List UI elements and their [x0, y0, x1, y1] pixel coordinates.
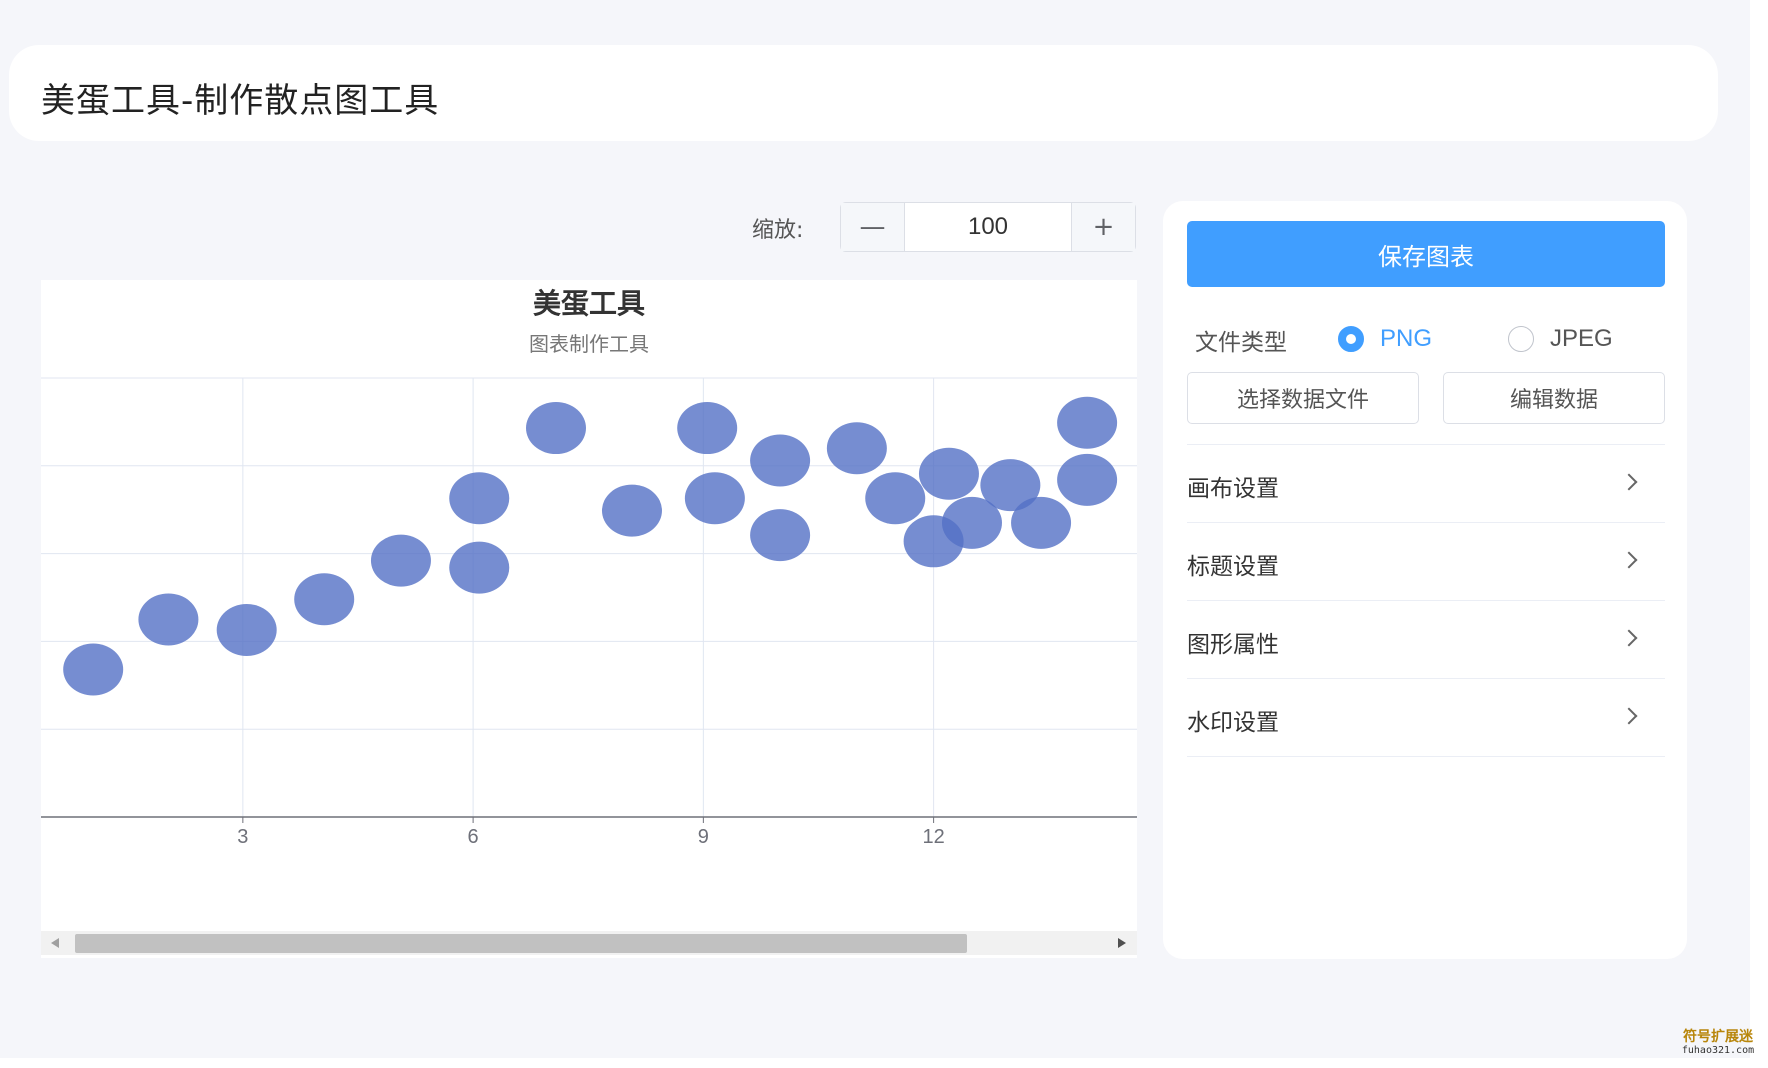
- settings-panel: 保存图表 文件类型 PNG JPEG 选择数据文件 编辑数据 画布设置 标题设置…: [1163, 201, 1687, 959]
- horizontal-scrollbar[interactable]: [41, 931, 1137, 955]
- scatter-point[interactable]: [294, 573, 355, 626]
- scatter-point[interactable]: [684, 472, 745, 525]
- page-title: 美蛋工具-制作散点图工具: [41, 81, 440, 121]
- right-edge: [1750, 0, 1768, 1068]
- section-watermark-settings[interactable]: 水印设置: [1187, 678, 1665, 756]
- scatter-point[interactable]: [370, 534, 431, 587]
- chart-subtitle: 图表制作工具: [529, 332, 649, 356]
- section-canvas-settings[interactable]: 画布设置: [1187, 444, 1665, 522]
- radio-png-label: PNG: [1380, 325, 1433, 352]
- scatter-point[interactable]: [865, 472, 926, 525]
- scatter-point[interactable]: [826, 422, 887, 475]
- scatter-point[interactable]: [138, 593, 199, 646]
- radio-png[interactable]: PNG: [1338, 325, 1432, 353]
- scatter-point[interactable]: [1057, 396, 1118, 449]
- file-type-label: 文件类型: [1195, 330, 1287, 356]
- scatter-point[interactable]: [449, 472, 510, 525]
- watermark-line2: fuhao321.com: [1681, 1045, 1755, 1056]
- x-tick-label: 6: [468, 826, 479, 848]
- zoom-in-button[interactable]: +: [1071, 203, 1135, 251]
- scroll-left-icon[interactable]: [51, 938, 59, 948]
- scatter-point[interactable]: [216, 603, 277, 656]
- site-watermark: 符号扩展迷 fuhao321.com: [1668, 1030, 1768, 1056]
- watermark-line1: 符号扩展迷: [1683, 1029, 1753, 1045]
- chevron-right-icon: [1620, 629, 1638, 647]
- radio-jpeg[interactable]: JPEG: [1508, 325, 1613, 353]
- scatter-point[interactable]: [449, 541, 510, 594]
- section-label: 标题设置: [1187, 554, 1279, 580]
- chevron-right-icon: [1620, 473, 1638, 491]
- scatter-chart: 3 6 9 12: [41, 377, 1137, 848]
- scatter-point[interactable]: [63, 643, 124, 696]
- zoom-input[interactable]: [905, 203, 1071, 251]
- radio-unchecked-icon[interactable]: [1508, 326, 1534, 352]
- radio-checked-icon[interactable]: [1338, 326, 1364, 352]
- save-chart-button[interactable]: 保存图表: [1187, 221, 1665, 287]
- section-label: 画布设置: [1187, 476, 1279, 502]
- scroll-right-icon[interactable]: [1118, 938, 1126, 948]
- section-shape-properties[interactable]: 图形属性: [1187, 600, 1665, 678]
- scatter-point[interactable]: [750, 434, 811, 487]
- zoom-label: 缩放:: [752, 218, 804, 243]
- scatter-point[interactable]: [677, 402, 738, 455]
- zoom-out-button[interactable]: —: [841, 203, 905, 251]
- x-tick-label: 9: [698, 826, 709, 848]
- zoom-stepper: — +: [840, 202, 1136, 252]
- section-label: 图形属性: [1187, 632, 1279, 658]
- scatter-point[interactable]: [918, 447, 979, 500]
- scatter-point[interactable]: [525, 402, 586, 455]
- x-tick-label: 12: [922, 826, 944, 848]
- scatter-point[interactable]: [750, 509, 811, 562]
- edit-data-button[interactable]: 编辑数据: [1443, 372, 1665, 424]
- scroll-thumb[interactable]: [75, 934, 967, 953]
- chart-title: 美蛋工具: [532, 287, 645, 320]
- bottom-edge: [0, 1058, 1768, 1068]
- select-data-file-button[interactable]: 选择数据文件: [1187, 372, 1419, 424]
- section-label: 水印设置: [1187, 710, 1279, 736]
- header-card: 美蛋工具-制作散点图工具: [9, 45, 1718, 141]
- chart-panel: 3 6 9 12 美蛋工具 图表制作工具: [41, 280, 1137, 958]
- scatter-point[interactable]: [1011, 496, 1072, 549]
- scatter-point[interactable]: [1057, 453, 1118, 506]
- divider: [1187, 756, 1665, 757]
- chevron-right-icon: [1620, 551, 1638, 569]
- chevron-right-icon: [1620, 707, 1638, 725]
- section-title-settings[interactable]: 标题设置: [1187, 522, 1665, 600]
- scatter-point[interactable]: [601, 484, 662, 537]
- x-tick-label: 3: [237, 826, 248, 848]
- radio-jpeg-label: JPEG: [1550, 325, 1613, 352]
